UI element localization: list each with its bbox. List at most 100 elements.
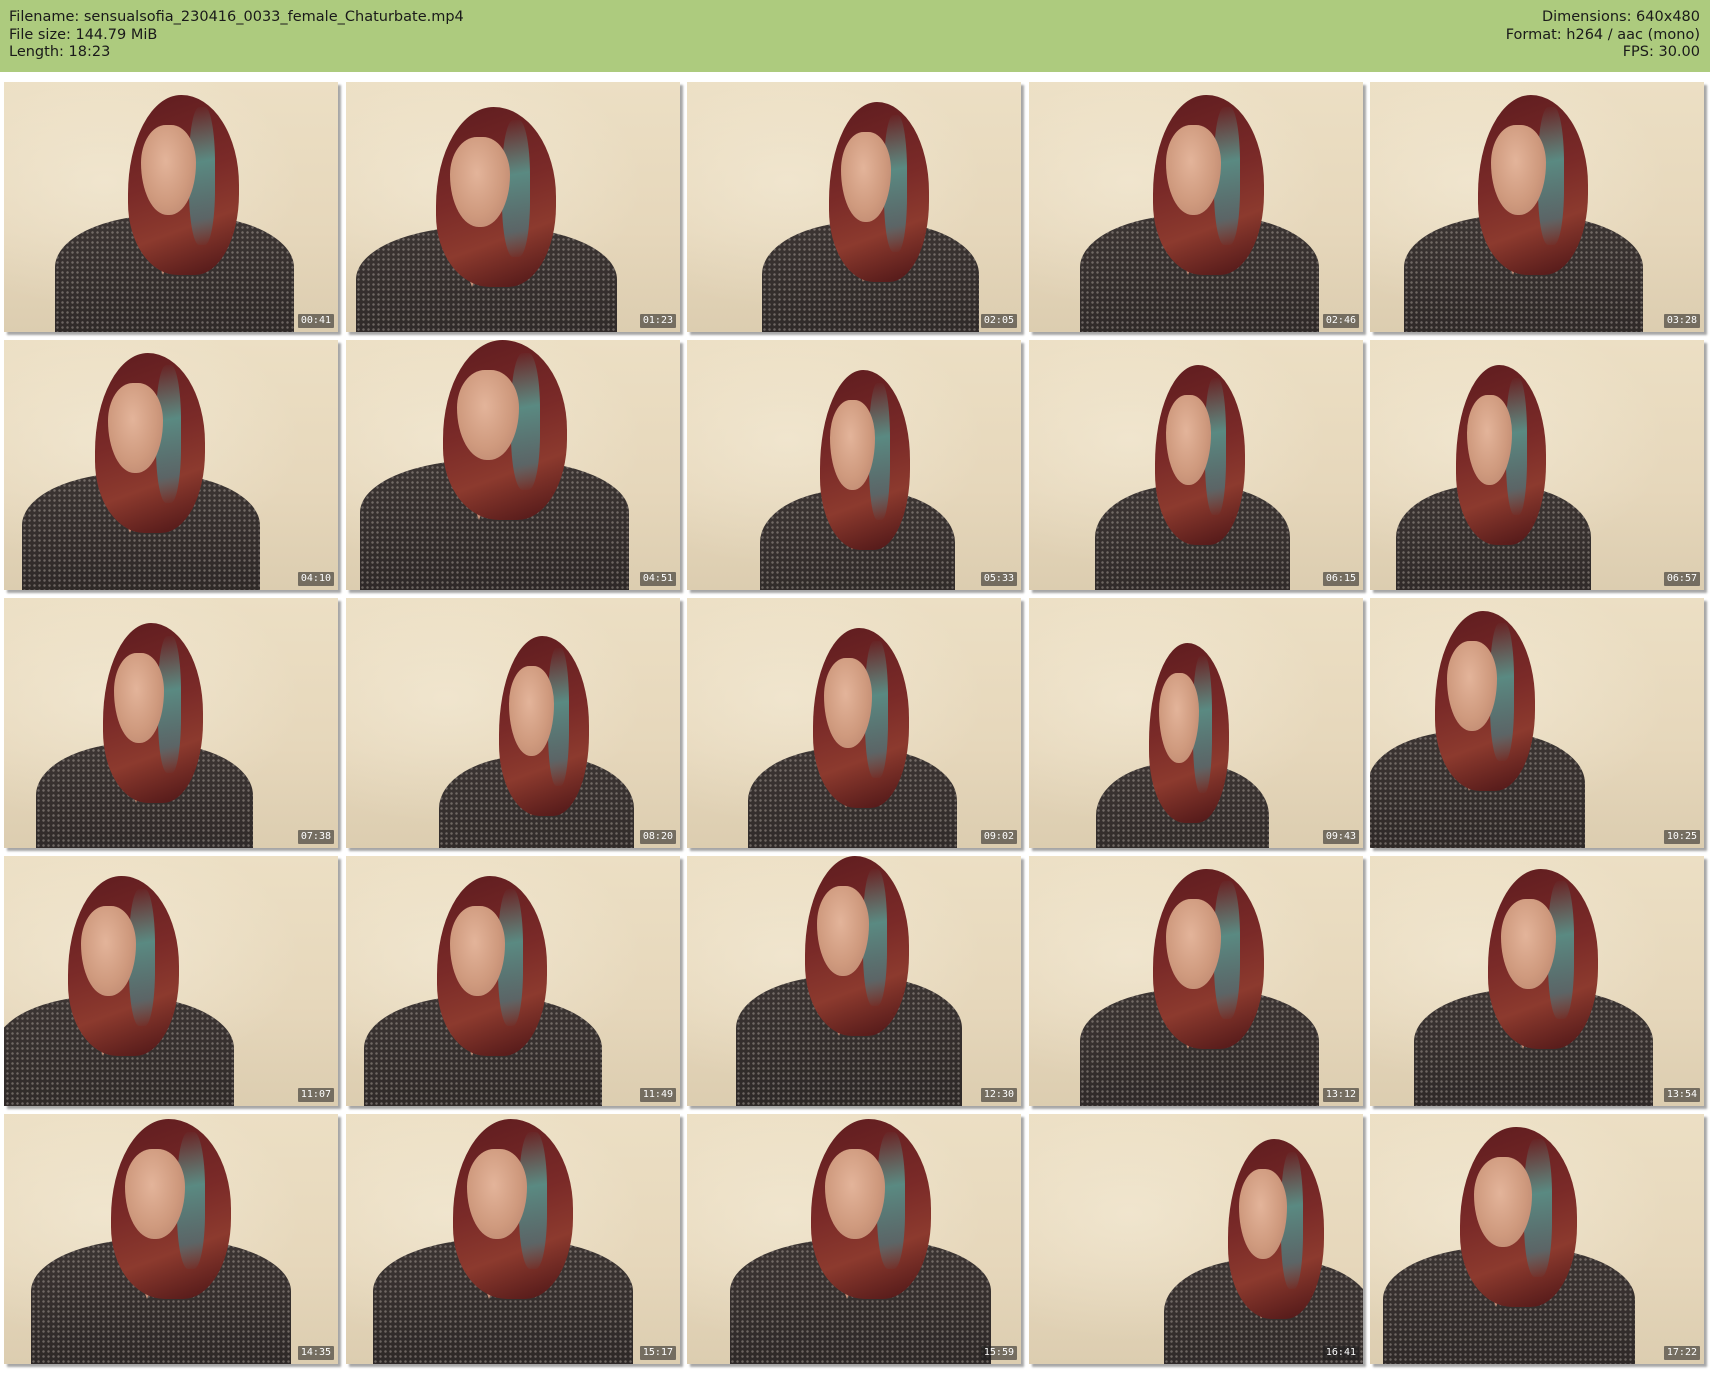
video-frame-image [4, 340, 338, 590]
timestamp-label: 11:07 [297, 1088, 334, 1102]
length-text: Length: 18:23 [9, 44, 111, 60]
thumbnail-frame: 11:49 [346, 856, 680, 1106]
person-figure [1404, 94, 1653, 332]
person-figure [1395, 365, 1598, 590]
video-frame-image [1370, 598, 1704, 848]
filename-text: Filename: sensualsofia_230416_0033_femal… [9, 9, 464, 25]
timestamp-label: 11:49 [639, 1088, 676, 1102]
person-figure [735, 856, 971, 1106]
video-frame-image [4, 1114, 338, 1364]
thumbnail-frame: 04:10 [4, 340, 338, 590]
video-frame-image [1029, 1114, 1363, 1364]
timestamp-label: 04:51 [639, 572, 676, 586]
person-figure [1370, 610, 1594, 848]
filesize-text: File size: 144.79 MiB [9, 26, 158, 43]
thumbnail-frame: 03:28 [1370, 82, 1704, 332]
timestamp-label: 09:43 [1322, 830, 1359, 844]
person-figure [1163, 1139, 1363, 1364]
video-frame-image [346, 340, 680, 590]
video-frame-image [1370, 1114, 1704, 1364]
timestamp-label: 15:17 [639, 1346, 676, 1360]
video-frame-image [687, 856, 1021, 1106]
timestamp-label: 17:22 [1663, 1346, 1700, 1360]
timestamp-label: 13:12 [1322, 1088, 1359, 1102]
thumbnail-frame: 13:12 [1029, 856, 1363, 1106]
person-figure [1414, 868, 1663, 1106]
person-figure [730, 1119, 1001, 1364]
person-figure [1094, 365, 1298, 590]
video-frame-image [1370, 82, 1704, 332]
person-figure [363, 876, 612, 1106]
person-figure [1383, 1126, 1645, 1364]
person-figure [35, 623, 261, 848]
dimensions-text: Dimensions: 640x480 [1541, 9, 1700, 25]
thumbnail-frame: 16:41 [1029, 1114, 1363, 1364]
video-frame-image [4, 856, 338, 1106]
thumbnail-frame: 11:07 [4, 856, 338, 1106]
video-frame-image [346, 598, 680, 848]
person-figure [748, 628, 965, 848]
timestamp-label: 16:41 [1322, 1346, 1359, 1360]
thumbnail-frame: 10:25 [1370, 598, 1704, 848]
timestamp-label: 10:25 [1663, 830, 1700, 844]
timestamp-label: 14:35 [297, 1346, 334, 1360]
person-figure [359, 340, 639, 590]
timestamp-label: 03:28 [1663, 314, 1700, 328]
timestamp-label: 01:23 [639, 314, 676, 328]
timestamp-label: 06:15 [1322, 572, 1359, 586]
thumbnail-frame: 04:51 [346, 340, 680, 590]
timestamp-label: 07:38 [297, 830, 334, 844]
person-figure [1079, 868, 1328, 1106]
thumbnail-frame: 07:38 [4, 598, 338, 848]
timestamp-label: 12:30 [980, 1088, 1017, 1102]
video-frame-image [1029, 598, 1363, 848]
video-frame-image [1029, 856, 1363, 1106]
person-figure [21, 352, 270, 590]
thumbnail-frame: 05:33 [687, 340, 1021, 590]
thumbnail-frame: 08:20 [346, 598, 680, 848]
person-figure [30, 1119, 301, 1364]
video-frame-image [1029, 82, 1363, 332]
thumbnail-frame: 12:30 [687, 856, 1021, 1106]
timestamp-label: 02:46 [1322, 314, 1359, 328]
person-figure [4, 876, 243, 1106]
timestamp-label: 05:33 [980, 572, 1017, 586]
video-frame-image [1370, 856, 1704, 1106]
person-figure [1079, 94, 1328, 332]
timestamp-label: 02:05 [980, 314, 1017, 328]
video-frame-image [1370, 340, 1704, 590]
fps-text: FPS: 30.00 [1622, 44, 1700, 60]
thumbnail-frame: 13:54 [1370, 856, 1704, 1106]
timestamp-label: 08:20 [639, 830, 676, 844]
thumbnail-frame: 09:02 [687, 598, 1021, 848]
person-figure [1095, 643, 1277, 848]
thumbnail-frame: 09:43 [1029, 598, 1363, 848]
thumbnail-frame: 06:57 [1370, 340, 1704, 590]
thumbnail-frame: 17:22 [1370, 1114, 1704, 1364]
timestamp-label: 09:02 [980, 830, 1017, 844]
video-frame-image [1029, 340, 1363, 590]
video-frame-image [346, 856, 680, 1106]
person-figure [372, 1119, 643, 1364]
video-frame-image [4, 598, 338, 848]
thumbnail-frame: 15:17 [346, 1114, 680, 1364]
video-frame-image [346, 1114, 680, 1364]
thumbnail-frame: 00:41 [4, 82, 338, 332]
video-frame-image [346, 82, 680, 332]
person-figure [54, 94, 303, 332]
video-frame-image [687, 82, 1021, 332]
thumbnail-frame: 14:35 [4, 1114, 338, 1364]
timestamp-label: 00:41 [297, 314, 334, 328]
format-text: Format: h264 / aac (mono) [1505, 26, 1700, 43]
person-figure [438, 635, 641, 848]
thumbnail-frame: 02:05 [687, 82, 1021, 332]
timestamp-label: 04:10 [297, 572, 334, 586]
video-frame-image [687, 340, 1021, 590]
person-figure [759, 370, 962, 590]
file-info-right: Dimensions: 640x480 Format: h264 / aac (… [1506, 9, 1700, 62]
thumbnail-frame: 15:59 [687, 1114, 1021, 1364]
video-frame-image [687, 1114, 1021, 1364]
timestamp-label: 06:57 [1663, 572, 1700, 586]
thumbnail-frame: 02:46 [1029, 82, 1363, 332]
thumbnail-frame: 01:23 [346, 82, 680, 332]
